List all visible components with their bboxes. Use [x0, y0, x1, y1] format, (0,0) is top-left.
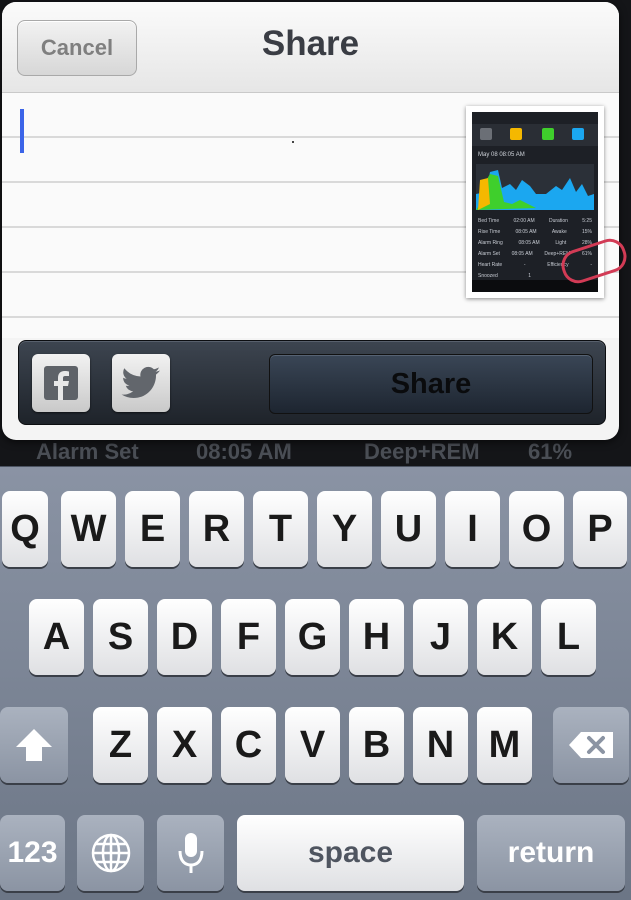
twitter-button[interactable]: [112, 354, 170, 412]
key-h[interactable]: H: [349, 599, 404, 675]
facebook-button[interactable]: [32, 354, 90, 412]
delete-key[interactable]: [553, 707, 629, 783]
key-s[interactable]: S: [93, 599, 148, 675]
key-p[interactable]: P: [573, 491, 627, 567]
key-c[interactable]: C: [221, 707, 276, 783]
key-w[interactable]: W: [61, 491, 116, 567]
bg-row-time: 08:05 AM: [196, 439, 292, 464]
bg-row-metric: Deep+REM: [364, 439, 480, 464]
legend-deep-swatch: [572, 128, 584, 140]
key-o[interactable]: O: [509, 491, 564, 567]
bg-row-value: 61%: [528, 439, 573, 464]
key-a[interactable]: A: [29, 599, 84, 675]
numbers-key[interactable]: 123: [0, 815, 65, 891]
key-b[interactable]: B: [349, 707, 404, 783]
key-l[interactable]: L: [541, 599, 596, 675]
globe-key[interactable]: [77, 815, 144, 891]
keyboard: Q W E R T Y U I O P A S D F G H J K L Z …: [0, 466, 631, 900]
key-d[interactable]: D: [157, 599, 212, 675]
facebook-icon: [44, 366, 78, 400]
key-m[interactable]: M: [477, 707, 532, 783]
globe-icon: [91, 833, 130, 873]
sheet-title: Share: [261, 24, 360, 63]
text-cursor: [20, 109, 24, 153]
key-z[interactable]: Z: [93, 707, 148, 783]
key-k[interactable]: K: [477, 599, 532, 675]
twitter-icon: [121, 366, 160, 399]
legend-no-data-swatch: [480, 128, 492, 140]
key-i[interactable]: I: [445, 491, 500, 567]
background-stat-row: Alarm Set 08:05 AM Deep+REM 61%: [0, 436, 631, 466]
thumb-sleep-graph: [476, 164, 594, 210]
key-j[interactable]: J: [413, 599, 468, 675]
microphone-icon: [178, 833, 203, 873]
key-r[interactable]: R: [189, 491, 244, 567]
shift-key[interactable]: [0, 707, 68, 783]
delete-backspace-icon: [569, 732, 613, 758]
key-g[interactable]: G: [285, 599, 340, 675]
key-n[interactable]: N: [413, 707, 468, 783]
thumb-legend: [472, 124, 598, 146]
legend-awake-swatch: [510, 128, 522, 140]
key-v[interactable]: V: [285, 707, 340, 783]
return-key[interactable]: return: [477, 815, 625, 891]
dictation-key[interactable]: [157, 815, 224, 891]
key-f[interactable]: F: [221, 599, 276, 675]
legend-light-swatch: [542, 128, 554, 140]
space-key[interactable]: space: [237, 815, 464, 891]
share-button[interactable]: Share: [269, 354, 593, 414]
key-t[interactable]: T: [253, 491, 308, 567]
thumb-date: May 08 08:05 AM: [478, 152, 525, 158]
share-action-bar: Share: [18, 340, 606, 425]
key-q[interactable]: Q: [2, 491, 48, 567]
key-u[interactable]: U: [381, 491, 436, 567]
key-y[interactable]: Y: [317, 491, 372, 567]
key-x[interactable]: X: [157, 707, 212, 783]
sheet-header: Cancel Share: [2, 2, 619, 93]
stray-dot: [292, 141, 294, 143]
key-e[interactable]: E: [125, 491, 180, 567]
bg-row-label: Alarm Set: [36, 439, 139, 464]
shift-arrow-icon: [16, 729, 52, 761]
